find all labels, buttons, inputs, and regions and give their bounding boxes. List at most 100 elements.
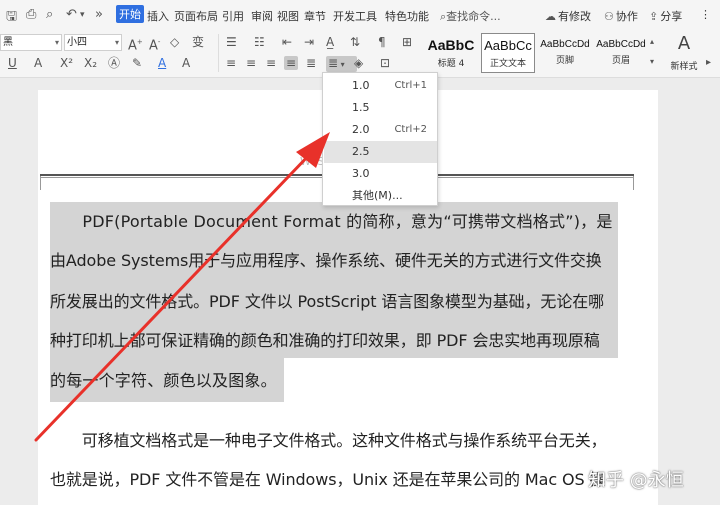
chevron-down-icon: ▾ [114,38,119,47]
ribbon-divider [218,34,219,72]
line-spacing-option-2-5[interactable]: 2.5 [324,141,437,163]
collaborate-icon: ⚇ [604,10,614,23]
save-icon[interactable]: 🖫 [6,7,17,29]
tab-view[interactable]: 视图 [277,8,299,24]
tab-developer[interactable]: 开发工具 [333,8,377,24]
line-spacing-option-3-0[interactable]: 3.0 [324,163,437,185]
option-label: 1.5 [352,101,370,114]
command-search[interactable]: ⌕查找命令... [440,8,501,24]
shrink-font-icon[interactable]: A- [149,35,160,53]
chinese-layout-icon[interactable]: A̲ [326,35,334,49]
more-options-icon[interactable]: ⋮ [700,8,711,21]
line-spacing-option-other[interactable]: 其他(M)... [324,185,437,207]
superscript-icon[interactable]: X² [60,56,73,70]
undo-icon[interactable]: ↶ [66,7,77,22]
tab-home[interactable]: 开始 [116,5,144,23]
text-effect-icon[interactable]: Ⓐ [108,56,120,70]
header-corner-mark [40,176,41,190]
option-label: 2.5 [352,145,370,158]
style-body-text[interactable]: AaBbCc 正文文本 [481,33,535,73]
font-size-combo[interactable]: 小四 ▾ [64,34,122,51]
option-label: 其他(M)... [352,189,403,202]
font-size-value: 小四 [67,37,87,48]
borders-icon[interactable]: ⊡ [380,56,390,70]
paragraph1-line: 种打印机上都可保证精确的颜色和准确的打印效果，即 PDF 会忠实地再现原稿 [50,331,600,350]
tab-features[interactable]: 特色功能 [385,8,429,24]
underline-icon[interactable]: U [8,56,17,70]
style-footer[interactable]: AaBbCcDd 页脚 [538,33,592,73]
numbering-icon[interactable]: ☷ [254,35,265,49]
style-sample: AaBbCcDd [540,39,590,50]
paragraph2-line: 也就是说，PDF 文件不管是在 Windows，Unix 还是在苹果公司的 Ma… [50,470,606,489]
tab-references[interactable]: 引用 [222,8,244,24]
share-button[interactable]: ⇪ 分享 [649,8,682,24]
new-style-button[interactable]: A 新样式 [664,34,704,73]
font-color-icon[interactable]: A [158,56,166,70]
print-icon[interactable]: ⎙ [26,7,36,22]
distribute-icon[interactable]: ≣ [306,56,316,70]
bullets-icon[interactable]: ☰ [226,35,237,49]
justify-icon[interactable]: ≡ [284,56,299,70]
style-header[interactable]: AaBbCcDd 页眉 [594,33,648,73]
selection-gap [284,358,624,404]
tab-insert[interactable]: 插入 [147,8,169,24]
decrease-indent-icon[interactable]: ⇤ [282,35,292,49]
show-marks-icon[interactable]: ¶ [378,35,386,49]
subscript-icon[interactable]: X₂ [84,56,97,70]
collaborate-label: 协作 [615,10,638,23]
style-sample: AaBbCcDd [596,39,646,50]
ribbon-more-icon[interactable]: ▸ [706,56,711,70]
style-name: 正文文本 [489,59,526,69]
share-label: 分享 [660,10,683,23]
option-label: 3.0 [352,167,370,180]
zhihu-watermark: 知乎 @永恒 [588,470,684,491]
command-search-placeholder: 查找命令... [446,10,501,23]
align-center-icon[interactable]: ≡ [246,56,256,70]
style-name: 页脚 [555,56,574,66]
align-left-icon[interactable]: ≡ [226,56,236,70]
line-spacing-option-1-5[interactable]: 1.5 [324,97,437,119]
collaborate-button[interactable]: ⚇ 协作 [604,8,638,24]
table-icon[interactable]: ⊞ [402,35,412,49]
new-style-icon: A [677,33,691,54]
undo-dropdown-icon[interactable]: ▾ [80,10,85,20]
font-name-combo[interactable]: 黑 ▾ [0,34,62,51]
changes-button[interactable]: ☁ 有修改 [545,8,591,24]
tab-review[interactable]: 审阅 [251,8,273,24]
strikethrough-icon[interactable]: A [34,56,42,70]
more-icon[interactable]: » [95,7,103,22]
style-sample: AaBbC [427,37,475,53]
pinyin-icon[interactable]: 变 [192,35,204,49]
option-shortcut: Ctrl+1 [394,80,427,91]
style-sample: AaBbCc [484,38,532,53]
print-preview-icon[interactable]: ⌕ [46,7,53,22]
paragraph2-line: 可移植文档格式是一种电子文件格式。这种文件格式与操作系统平台无关， [50,431,607,450]
increase-indent-icon[interactable]: ⇥ [304,35,314,49]
style-name: 页眉 [611,56,630,66]
option-shortcut: Ctrl+2 [394,124,427,135]
chevron-down-icon: ▾ [54,38,59,47]
header-text: WPS [300,155,325,168]
sort-icon[interactable]: ⇅ [350,35,360,49]
paragraph1-line: PDF(Portable Document Format 的简称，意为“可携带文… [50,212,613,231]
line-spacing-option-1-0[interactable]: 1.0 Ctrl+1 [324,75,437,97]
shading-icon[interactable]: ◈ [354,56,363,70]
option-label: 2.0 [352,123,370,136]
align-right-icon[interactable]: ≡ [266,56,276,70]
tab-page-layout[interactable]: 页面布局 [174,8,218,24]
font-name-value: 黑 [3,37,13,48]
menu-bar: 🖫 ⎙ ⌕ ↶ ▾ » 开始 插入 页面布局 引用 审阅 视图 章节 开发工具 … [0,0,720,30]
chevron-up-icon[interactable]: ▴ [650,35,654,49]
char-shading-icon[interactable]: A [182,56,190,70]
chevron-down-icon[interactable]: ▾ [650,55,654,69]
style-heading4[interactable]: AaBbC 标题 4 [424,33,478,73]
style-gallery: AaBbC 标题 4 AaBbCc 正文文本 AaBbCcDd 页脚 AaBbC… [424,33,660,73]
paragraph1-line: 的每一个字符、颜色以及图象。 [50,371,277,390]
new-style-label: 新样式 [670,62,698,72]
line-spacing-option-2-0[interactable]: 2.0 Ctrl+2 [324,119,437,141]
clear-format-icon[interactable]: ◇ [170,35,179,49]
line-spacing-button[interactable]: ≣ ▾ [326,56,357,72]
tab-chapter[interactable]: 章节 [304,8,326,24]
grow-font-icon[interactable]: A+ [128,35,143,53]
highlight-icon[interactable]: ✎ [132,56,142,70]
